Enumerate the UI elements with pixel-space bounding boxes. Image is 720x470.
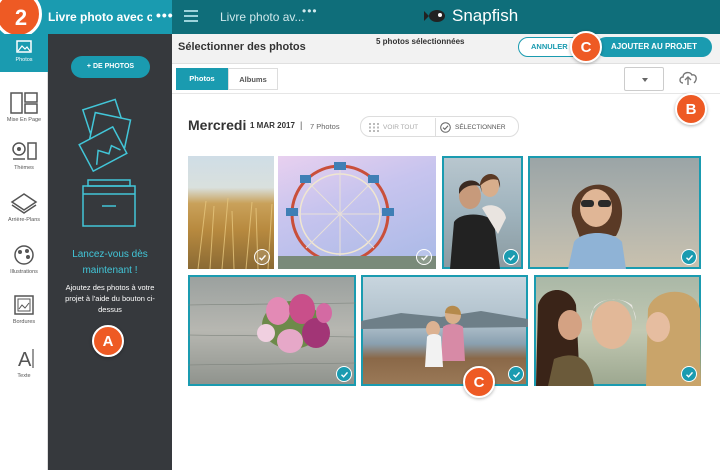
callout-c-bottom: C [463, 366, 495, 398]
backgrounds-icon [10, 193, 38, 214]
view-select-toggle: VOIR TOUT SÉLECTIONNER [360, 116, 519, 137]
themes-icon [12, 142, 37, 160]
left-toolbar: Photos Mise En Page Thèmes Arrière-Plans [0, 34, 48, 470]
date-separator: | [300, 120, 303, 130]
callout-a: A [92, 325, 124, 357]
flowers-image [188, 294, 356, 366]
project-title[interactable]: Livre photo avec couvert... [48, 10, 152, 24]
add-to-project-button[interactable]: AJOUTER AU PROJET [596, 37, 712, 57]
photo-count: 7 Photos [310, 122, 340, 131]
photo-father-daughter[interactable] [442, 156, 523, 269]
panel-heading: Lancez-vous dès maintenant ! [72, 249, 148, 276]
toolbar-item-illustrations[interactable]: Illustrations [0, 244, 48, 275]
text-icon: A [18, 349, 34, 370]
selection-header: Sélectionner des photos 5 photos sélecti… [172, 34, 720, 64]
logo-text: Snapfish [452, 6, 519, 25]
photo-flowers[interactable] [188, 275, 356, 386]
photo-grass[interactable] [188, 156, 274, 269]
photo-checkmark-icon[interactable] [508, 366, 524, 382]
select-label: SÉLECTIONNER [455, 124, 506, 131]
toolbar-item-photos[interactable]: Photos [0, 34, 48, 72]
divider [435, 118, 436, 136]
view-all-label: VOIR TOUT [383, 124, 419, 131]
grid-icon [369, 123, 379, 132]
top-bar: Livre photo avec couvert... ••• Livre ph… [0, 0, 720, 34]
center-menu-dots-icon[interactable]: ••• [302, 4, 318, 18]
photos-panel: + DE PHOTOS Lancez-vous dès maintenant !… [48, 34, 172, 470]
page-title: Sélectionner des photos [178, 41, 306, 53]
women-kiss-image [536, 290, 701, 386]
date-value: 1 MAR 2017 [250, 121, 295, 130]
toolbar-item-borders[interactable]: Bordures [0, 294, 48, 325]
photo-checkmark-icon[interactable] [416, 249, 432, 265]
project-menu-dots-icon[interactable]: ••• [156, 7, 174, 23]
toolbar-label-themes: Thèmes [14, 165, 34, 171]
upload-cloud-icon[interactable] [678, 70, 698, 86]
svg-text:A: A [18, 349, 32, 370]
date-day: Mercredi [188, 117, 247, 133]
toolbar-item-layout[interactable]: Mise En Page [0, 92, 48, 123]
illustrations-icon [14, 245, 34, 265]
select-all-button[interactable]: SÉLECTIONNER [440, 122, 506, 133]
fish-logo-icon [424, 10, 445, 22]
kids-dock-image [361, 305, 528, 367]
hamburger-menu-icon[interactable] [184, 10, 198, 22]
photo-ferris-wheel[interactable] [278, 156, 436, 269]
empty-photos-illustration [78, 98, 136, 227]
photo-checkmark-icon[interactable] [503, 249, 519, 265]
toolbar-label-borders: Bordures [12, 319, 36, 325]
photo-checkmark-icon[interactable] [681, 249, 697, 265]
photo-kids-dock[interactable] [361, 275, 528, 386]
girl-sunglasses-image [568, 184, 626, 269]
photo-checkmark-icon[interactable] [681, 366, 697, 382]
toolbar-label-backgrounds: Arrière-Plans [7, 217, 41, 223]
toolbar-label-text: Texte [17, 373, 31, 379]
view-all-button[interactable]: VOIR TOUT [369, 123, 418, 132]
chevron-down-icon [642, 78, 648, 82]
ferris-wheel-image [278, 162, 436, 269]
toolbar-item-text[interactable]: A Texte [0, 346, 48, 379]
selected-count: 5 photos sélectionnées [376, 37, 465, 46]
toolbar-label-photos: Photos [15, 57, 33, 63]
tab-albums[interactable]: Albums [228, 68, 278, 90]
center-project-title[interactable]: Livre photo av... [220, 10, 305, 24]
toolbar-item-backgrounds[interactable]: Arrière-Plans [0, 192, 48, 223]
toolbar-label-layout: Mise En Page [6, 117, 42, 123]
photos-icon [16, 40, 32, 53]
panel-instructions: Ajoutez des photos à votre projet à l'ai… [65, 283, 155, 314]
callout-b: B [675, 93, 707, 125]
toolbar-label-illustrations: Illustrations [10, 269, 38, 275]
photo-checkmark-icon[interactable] [254, 249, 270, 265]
sort-dropdown[interactable] [624, 67, 664, 91]
callout-c-top: C [570, 31, 602, 63]
tab-photos[interactable]: Photos [176, 68, 228, 90]
layout-icon [10, 92, 38, 114]
add-photos-button[interactable]: + DE PHOTOS [71, 56, 150, 78]
check-circle-icon [440, 122, 451, 133]
source-tabs-row: Photos Albums [172, 64, 720, 94]
photo-girl-sunglasses[interactable] [528, 156, 701, 269]
photo-checkmark-icon[interactable] [336, 366, 352, 382]
photo-women-kiss[interactable] [534, 275, 701, 386]
toolbar-item-themes[interactable]: Thèmes [0, 140, 48, 171]
snapfish-logo: Snapfish [424, 6, 518, 26]
borders-icon [14, 295, 34, 315]
